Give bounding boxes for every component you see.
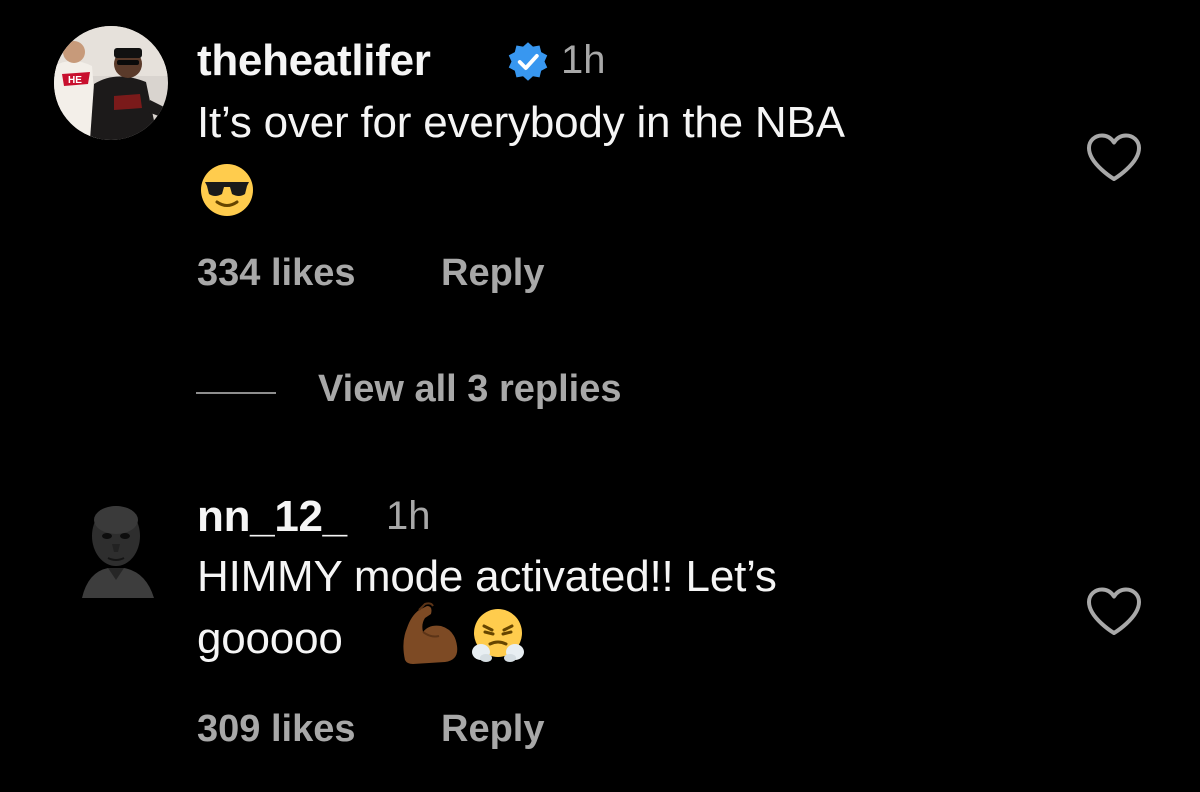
likes-count[interactable]: 334 likes — [197, 252, 355, 295]
verified-badge-icon — [508, 42, 548, 81]
comment-item: nn_12_ 1h HIMMY mode activated!! Let’s g… — [0, 470, 1200, 770]
username[interactable]: theheatlifer — [197, 36, 431, 86]
like-heart-icon[interactable] — [1085, 132, 1143, 184]
face-with-steam-from-nose-icon — [472, 609, 524, 662]
comment-item: HE theheatlifer 1h It’s over for everybo… — [0, 0, 1200, 320]
smiling-face-with-sunglasses-icon — [201, 164, 253, 216]
avatar-image: HE — [54, 26, 168, 140]
avatar[interactable] — [74, 484, 160, 598]
reply-button[interactable]: Reply — [441, 708, 544, 751]
comment-text: HIMMY mode activated!! Let’s — [197, 552, 777, 601]
comment-time: 1h — [561, 38, 606, 82]
svg-text:HE: HE — [68, 75, 82, 86]
flexed-biceps-icon — [403, 602, 458, 664]
avatar[interactable]: HE — [54, 26, 168, 140]
likes-count[interactable]: 309 likes — [197, 708, 355, 751]
comment-text-continued: gooooo — [197, 614, 343, 663]
replies-divider — [196, 392, 276, 394]
username[interactable]: nn_12_ — [197, 492, 347, 542]
avatar-image — [74, 484, 160, 598]
comment-time: 1h — [386, 494, 431, 538]
comment-text: It’s over for everybody in the NBA — [197, 98, 845, 147]
like-heart-icon[interactable] — [1085, 586, 1143, 638]
reply-button[interactable]: Reply — [441, 252, 544, 295]
view-replies-label: View all 3 replies — [318, 368, 622, 410]
